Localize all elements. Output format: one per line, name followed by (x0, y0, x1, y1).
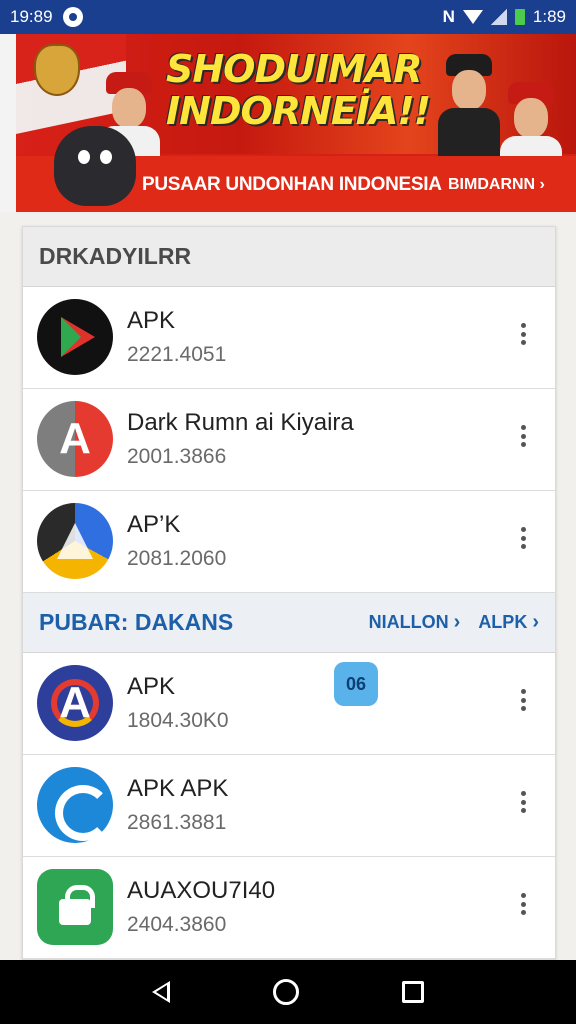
app-name: AP’K (127, 511, 181, 538)
section-link[interactable]: ALPK › (478, 611, 539, 634)
promo-banner[interactable]: SHODUIMAR INDORNEİA!! PUSAAR UNDONHAN IN… (16, 34, 576, 212)
more-options-icon[interactable] (519, 689, 527, 711)
signal-icon (490, 9, 507, 25)
a-logo-icon (37, 401, 113, 477)
more-options-icon[interactable] (519, 893, 527, 915)
app-name: AUAXOU7I40 (127, 877, 276, 904)
floating-badge[interactable]: 06 (334, 662, 378, 706)
ring-icon (37, 767, 113, 843)
banner-strip-text: PUSAAR UNDONHAN INDONESIA (142, 174, 442, 195)
section-header: PUBAR: DAKANS NIALLON › ALPK › (23, 593, 555, 653)
banner-edge (0, 34, 16, 212)
navigation-bar (0, 960, 576, 1024)
home-icon[interactable] (272, 979, 299, 1005)
section-title: PUBAR: DAKANS (39, 609, 234, 635)
status-time-right: 1​:89 (532, 7, 566, 26)
wifi-icon (462, 10, 483, 24)
app-version: 2001.3866 (127, 445, 227, 468)
app-version: 2081.2060 (127, 547, 227, 570)
section-title: DRKADYILRR (39, 243, 192, 269)
app-version: 1804.30K0 (127, 709, 229, 732)
banner-headline: SHODUIMAR INDORNEİA!! (166, 47, 431, 133)
list-item[interactable]: AP’K 2081.2060 (23, 491, 555, 593)
a-bolt-icon (37, 665, 113, 741)
drive-icon (37, 503, 113, 579)
more-options-icon[interactable] (519, 527, 527, 549)
mascot-icon (54, 126, 136, 206)
app-name: APK (127, 673, 176, 700)
section-header: DRKADYILRR (23, 227, 555, 287)
back-icon[interactable] (151, 981, 170, 1003)
list-item[interactable]: APK 1804.30K0 (23, 653, 555, 755)
apk-list-card: DRKADYILRR APK 2221.4051 Dark Rumn ai Ki… (22, 226, 556, 960)
section-link[interactable]: NIALLON › (369, 611, 461, 634)
list-item[interactable]: APK APK 2861.3881 (23, 755, 555, 857)
chevron-right-icon: › (453, 611, 461, 633)
app-version: 2404.3860 (127, 913, 227, 936)
banner-headline-line1: SHODUIMAR (166, 47, 423, 91)
app-version: 2861.3881 (127, 811, 227, 834)
nfc-icon: N (442, 7, 455, 26)
notification-icon (62, 7, 83, 27)
status-bar: 19:89 N 1​:89 (0, 0, 576, 34)
recent-apps-icon[interactable] (402, 981, 425, 1003)
banner-headline-line2: INDORNEİA!! (166, 89, 431, 133)
officer-portrait-center (438, 46, 500, 158)
app-name: Dark Rumn ai Kiyaira (127, 409, 354, 436)
status-time-left: 19:89 (10, 7, 53, 26)
app-name: APK (127, 307, 176, 334)
more-options-icon[interactable] (519, 791, 527, 813)
more-options-icon[interactable] (519, 425, 527, 447)
list-item[interactable]: APK 2221.4051 (23, 287, 555, 389)
chevron-right-icon: › (532, 611, 539, 633)
battery-icon (514, 9, 525, 25)
lock-icon (37, 869, 113, 945)
list-item[interactable]: AUAXOU7I40 2404.3860 (23, 857, 555, 959)
app-name: APK APK (127, 775, 229, 802)
list-item[interactable]: Dark Rumn ai Kiyaira 2001.3866 (23, 389, 555, 491)
more-options-icon[interactable] (519, 323, 527, 345)
app-version: 2221.4051 (127, 343, 227, 366)
garuda-emblem-icon (34, 44, 80, 96)
play-icon (37, 299, 113, 375)
banner-cta-link[interactable]: BIMDARNN › (448, 176, 545, 194)
